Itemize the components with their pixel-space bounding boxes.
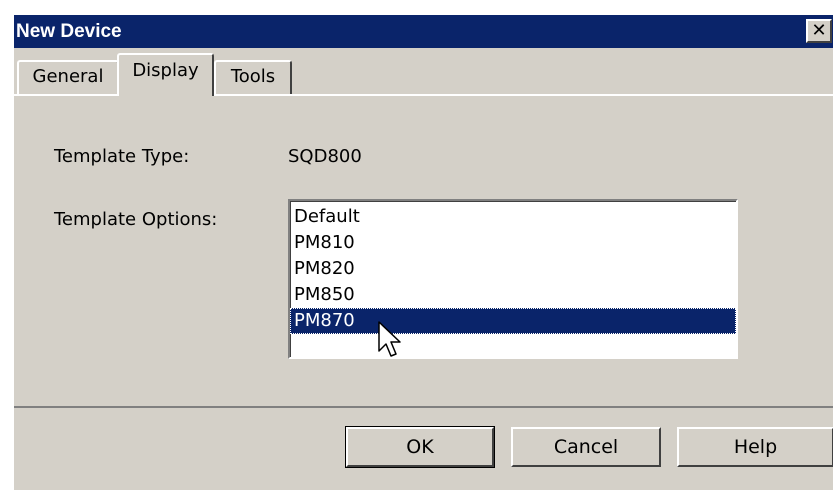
tab-display[interactable]: Display bbox=[117, 53, 214, 96]
list-item-default[interactable]: Default bbox=[290, 204, 736, 230]
help-button-label: Help bbox=[733, 436, 778, 458]
tab-tools[interactable]: Tools bbox=[214, 60, 292, 94]
mouse-pointer-icon bbox=[378, 321, 401, 357]
tab-display-label: Display bbox=[132, 60, 199, 81]
title-bar[interactable]: New Device ✕ bbox=[14, 15, 833, 48]
window-title: New Device bbox=[16, 21, 122, 42]
tab-general[interactable]: General bbox=[17, 60, 119, 94]
template-type-value: SQD800 bbox=[288, 146, 362, 167]
help-button[interactable]: Help bbox=[677, 427, 833, 467]
template-options-listbox[interactable]: Default PM810 PM820 PM850 PM870 bbox=[288, 199, 738, 359]
ok-button-label: OK bbox=[406, 436, 434, 458]
ok-button[interactable]: OK bbox=[345, 426, 495, 468]
close-icon: ✕ bbox=[811, 20, 827, 41]
list-item-pm820[interactable]: PM820 bbox=[290, 256, 736, 282]
list-item-pm870[interactable]: PM870 bbox=[290, 308, 736, 334]
close-button[interactable]: ✕ bbox=[806, 19, 832, 43]
template-options-label: Template Options: bbox=[54, 209, 218, 230]
list-item-pm850[interactable]: PM850 bbox=[290, 282, 736, 308]
template-type-label: Template Type: bbox=[54, 146, 190, 167]
cancel-button-label: Cancel bbox=[553, 436, 619, 458]
cancel-button[interactable]: Cancel bbox=[511, 427, 661, 467]
list-item-pm810[interactable]: PM810 bbox=[290, 230, 736, 256]
tab-general-label: General bbox=[32, 66, 104, 87]
new-device-dialog: New Device ✕ General Display Tools Templ… bbox=[13, 14, 833, 490]
tab-tools-label: Tools bbox=[230, 66, 276, 87]
